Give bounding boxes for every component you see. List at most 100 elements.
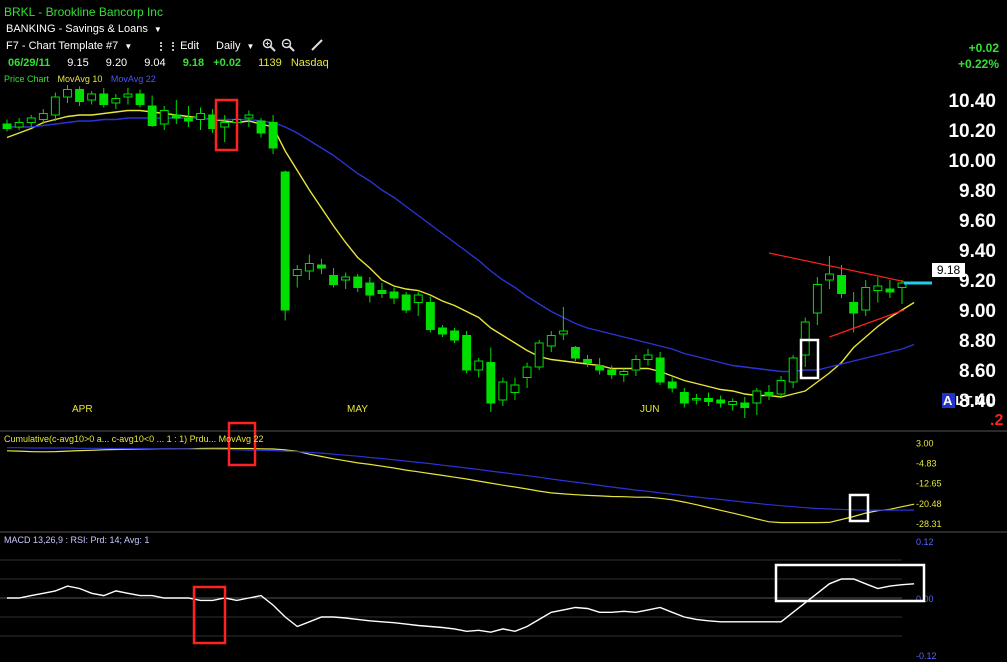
candle-body <box>220 122 230 128</box>
candle-body <box>522 366 532 378</box>
highlight-box-red <box>227 421 257 467</box>
candle-body <box>595 365 605 371</box>
candle-body <box>716 399 726 404</box>
candle-body <box>788 357 798 383</box>
trendline-lower <box>829 309 905 338</box>
macd-axis-tick: -0.12 <box>916 651 937 661</box>
highlight-box-white <box>774 563 926 603</box>
candle-body <box>87 93 97 101</box>
candle-body <box>389 291 399 299</box>
candle-body <box>196 113 206 120</box>
candle-body <box>171 114 181 119</box>
candle-body <box>304 263 314 272</box>
candle-body <box>438 327 447 335</box>
scale-buttons: ALTML <box>942 393 997 408</box>
chart-canvas: 10.4010.2010.009.809.609.409.209.008.808… <box>0 85 1007 661</box>
candle-body <box>849 302 859 314</box>
price-axis-tick: 10.20 <box>948 121 996 142</box>
scale-button-l2[interactable]: L <box>987 393 997 408</box>
price-axis-tick: 10.40 <box>948 91 996 112</box>
price-axis-tick: 9.80 <box>959 181 996 202</box>
macd-axis-tick: 0.12 <box>916 537 934 547</box>
candle-body <box>692 398 701 401</box>
candle-body <box>812 284 822 314</box>
candle-body <box>655 357 665 383</box>
candle-body <box>740 402 750 408</box>
trendline-upper <box>768 252 905 283</box>
cumulative-axis-tick: -20.48 <box>916 499 942 509</box>
candle-body <box>776 380 786 395</box>
macd-line <box>7 578 915 633</box>
price-axis-tick: 10.00 <box>948 151 996 172</box>
candle-body <box>462 335 472 371</box>
candle-body <box>329 275 339 285</box>
chart-window: BRKL - Brookline Bancorp Inc BANKING - S… <box>0 0 1007 662</box>
candle-body <box>256 120 266 134</box>
candle-body <box>26 117 36 123</box>
ma22-line <box>7 117 915 373</box>
candle-body <box>401 294 411 311</box>
candle-body <box>99 93 109 105</box>
month-label-may: MAY <box>347 404 368 415</box>
price-axis-tick: 9.00 <box>959 301 996 322</box>
price-axis-tick: 8.60 <box>959 361 996 382</box>
scale-button-m[interactable]: M <box>974 393 987 408</box>
candle-body <box>135 93 145 105</box>
cumulative-axis-tick: 3.00 <box>916 439 934 449</box>
candle-body <box>534 342 544 368</box>
price-axis-tick: 9.60 <box>959 211 996 232</box>
ma10-line <box>6 109 915 398</box>
candle-body <box>317 264 326 269</box>
candle-body <box>377 290 387 294</box>
candle-body <box>75 89 84 102</box>
candle-body <box>38 113 48 120</box>
candle-body <box>800 321 810 356</box>
candle-body <box>825 273 834 281</box>
candle-body <box>50 96 60 116</box>
price-axis-tick: 9.40 <box>959 241 996 262</box>
candle-body <box>244 114 254 119</box>
candle-body <box>498 381 508 401</box>
candle-body <box>643 354 653 360</box>
candle-body <box>280 171 290 311</box>
candle-body <box>679 392 689 404</box>
month-label-jun: JUN <box>640 404 660 415</box>
candle-body <box>123 93 133 98</box>
candle-body <box>425 302 435 330</box>
candle-body <box>631 359 641 371</box>
candle-body <box>474 360 484 371</box>
candle-body <box>546 335 556 347</box>
candle-body <box>268 122 278 149</box>
cumulative-axis-tick: -12.65 <box>916 479 942 489</box>
candle-body <box>147 105 157 126</box>
candle-body <box>583 359 592 363</box>
candle-body <box>510 384 520 393</box>
corner-value: .2 <box>990 412 1004 429</box>
cumulative-line <box>6 447 915 524</box>
cumulative-axis-tick: -4.83 <box>916 459 937 469</box>
candle-body <box>667 381 677 389</box>
candle-body <box>159 110 169 125</box>
candle-body <box>558 330 568 335</box>
cumulative-ma22-line <box>7 447 915 511</box>
candle-body <box>728 401 738 405</box>
scale-button-t[interactable]: T <box>964 393 974 408</box>
candle-body <box>571 347 580 359</box>
candle-body <box>885 288 895 293</box>
candle-body <box>353 276 363 288</box>
candle-body <box>486 362 496 404</box>
price-axis-tick: 8.80 <box>959 331 996 352</box>
candle-body <box>63 89 72 98</box>
highlight-box-red <box>192 585 227 645</box>
scale-button-a[interactable]: A <box>942 393 956 408</box>
candle-body <box>619 371 629 375</box>
candle-body <box>341 276 351 281</box>
candle-body <box>861 287 871 311</box>
candle-body <box>837 275 846 294</box>
candle-body <box>14 122 24 128</box>
candle-body <box>111 98 121 104</box>
candle-body <box>607 369 617 375</box>
candle-body <box>873 285 883 291</box>
candle-body <box>365 282 375 296</box>
cumulative-axis-tick: -28.31 <box>916 519 942 529</box>
